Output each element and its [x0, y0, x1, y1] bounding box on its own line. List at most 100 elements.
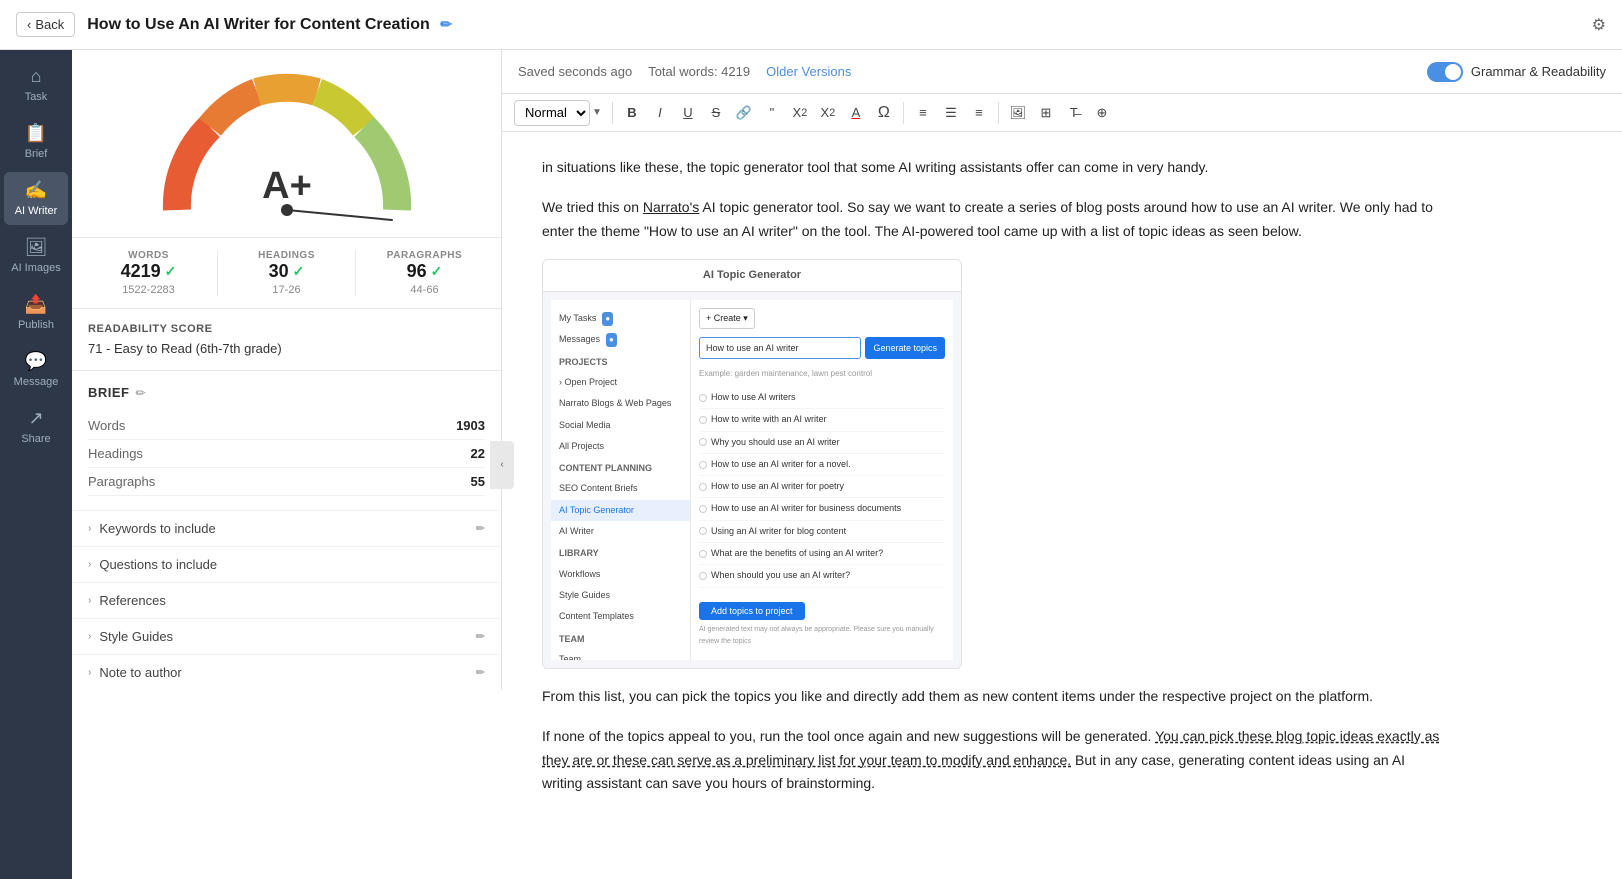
mock-style-guides: Style Guides — [551, 585, 690, 606]
nav-message[interactable]: 💬 Message — [4, 343, 68, 396]
mock-library-title: LIBRARY — [551, 542, 690, 563]
collapsible-questions[interactable]: › Questions to include — [72, 546, 501, 582]
mock-all-projects: All Projects — [551, 436, 690, 457]
text-color-button[interactable]: A — [843, 100, 869, 126]
toolbar-separator-1 — [612, 102, 613, 124]
mock-topic-0: How to use AI writers — [699, 387, 945, 409]
format-style-select[interactable]: Normal — [514, 100, 590, 126]
collapsible-style-guides[interactable]: › Style Guides ✏ — [72, 618, 501, 654]
nav-ai-images-label: AI Images — [11, 262, 61, 274]
mock-topic-4: How to use an AI writer for poetry — [699, 476, 945, 498]
nav-ai-images[interactable]: 🖼 AI Images — [4, 229, 68, 282]
italic-button[interactable]: I — [647, 100, 673, 126]
readability-score: 71 - Easy to Read (6th-7th grade) — [88, 341, 485, 356]
mock-generate-button[interactable]: Generate topics — [865, 337, 945, 359]
nav-ai-writer[interactable]: ✍ AI Writer — [4, 172, 68, 225]
image-button[interactable]: 🖼 — [1005, 100, 1031, 126]
keywords-label: Keywords to include — [99, 521, 467, 536]
style-guides-edit-icon[interactable]: ✏ — [476, 630, 485, 643]
older-versions-link[interactable]: Older Versions — [766, 64, 851, 79]
format-toolbar: Normal ▼ B I U S 🔗 " X2 X2 A Ω ≡ ☰ ≡ 🖼 ⊞… — [502, 94, 1622, 132]
mock-team: Team — [551, 649, 690, 660]
nav-publish-label: Publish — [18, 319, 54, 331]
back-chevron: ‹ — [27, 17, 31, 32]
brief-edit-icon[interactable]: ✏ — [136, 386, 146, 400]
nav-ai-writer-label: AI Writer — [15, 205, 58, 217]
subscript-button[interactable]: X2 — [787, 100, 813, 126]
grammar-toggle[interactable] — [1427, 62, 1463, 82]
brief-headings-label: Headings — [88, 446, 143, 461]
title-edit-icon[interactable]: ✏ — [440, 16, 452, 32]
mock-app: My Tasks ● Messages ● PROJECTS › Open Pr… — [551, 300, 953, 660]
quote-button[interactable]: " — [759, 100, 785, 126]
underline-button[interactable]: U — [675, 100, 701, 126]
note-label: Note to author — [99, 665, 467, 680]
sidebar-collapse-button[interactable]: ‹ — [490, 441, 514, 489]
collapsible-references[interactable]: › References — [72, 582, 501, 618]
mock-social: Social Media — [551, 415, 690, 436]
keywords-edit-icon[interactable]: ✏ — [476, 522, 485, 535]
message-icon: 💬 — [25, 351, 47, 372]
brief-paragraphs-value: 55 — [471, 474, 485, 489]
screenshot-container: AI Topic Generator My Tasks ● Messages — [542, 259, 962, 669]
share-icon: ↗ — [28, 408, 43, 429]
mock-topic-8: When should you use an AI writer? — [699, 565, 945, 587]
editor-topbar: Saved seconds ago Total words: 4219 Olde… — [502, 50, 1622, 94]
stat-paragraphs-value: 96 ✓ — [364, 261, 485, 282]
stat-divider-2 — [355, 250, 356, 296]
strikethrough-button[interactable]: S — [703, 100, 729, 126]
ai-writer-icon: ✍ — [25, 180, 47, 201]
style-guides-chevron: › — [88, 631, 91, 642]
mock-open-project: › Open Project — [551, 372, 690, 393]
mock-top-row: + Create ▾ — [699, 308, 945, 329]
mock-add-topics-button[interactable]: Add topics to project — [699, 602, 805, 620]
mock-search-field[interactable] — [699, 337, 861, 359]
stats-row: WORDS 4219 ✓ 1522-2283 HEADINGS 30 ✓ 17-… — [72, 238, 501, 309]
bold-button[interactable]: B — [619, 100, 645, 126]
top-bar: ‹ Back How to Use An AI Writer for Conte… — [0, 0, 1622, 50]
mock-topic-6: Using an AI writer for blog content — [699, 521, 945, 543]
editor-content[interactable]: in situations like these, the topic gene… — [502, 132, 1622, 879]
mock-ai-topic: AI Topic Generator — [551, 500, 690, 521]
mock-projects-title: PROJECTS — [551, 351, 690, 372]
mock-create-button: + Create ▾ — [699, 308, 755, 329]
nav-publish[interactable]: 📤 Publish — [4, 286, 68, 339]
keywords-chevron: › — [88, 523, 91, 534]
table-button[interactable]: ⊞ — [1033, 100, 1059, 126]
special-chars-button[interactable]: Ω — [871, 100, 897, 126]
stat-words-range: 1522-2283 — [88, 284, 209, 296]
nav-share[interactable]: ↗ Share — [4, 400, 68, 453]
unordered-list-button[interactable]: ☰ — [938, 100, 964, 126]
superscript-button[interactable]: X2 — [815, 100, 841, 126]
toolbar-separator-3 — [998, 102, 999, 124]
mock-topic-7: What are the benefits of using an AI wri… — [699, 543, 945, 565]
more-options-button[interactable]: ⊕ — [1089, 100, 1115, 126]
nav-brief[interactable]: 📋 Brief — [4, 115, 68, 168]
ordered-list-button[interactable]: ≡ — [910, 100, 936, 126]
stat-words: WORDS 4219 ✓ 1522-2283 — [88, 250, 209, 296]
screenshot-title: AI Topic Generator — [543, 260, 961, 292]
collapsible-note[interactable]: › Note to author ✏ — [72, 654, 501, 690]
align-button[interactable]: ≡ — [966, 100, 992, 126]
main-layout: ⌂ Task 📋 Brief ✍ AI Writer 🖼 AI Images 📤… — [0, 50, 1622, 879]
collapsible-keywords[interactable]: › Keywords to include ✏ — [72, 510, 501, 546]
questions-chevron: › — [88, 559, 91, 570]
gear-icon[interactable]: ⚙ — [1592, 15, 1606, 35]
mock-topic-5: How to use an AI writer for business doc… — [699, 498, 945, 520]
brief-row-headings: Headings 22 — [88, 440, 485, 468]
style-guides-label: Style Guides — [99, 629, 467, 644]
mock-workflows: Workflows — [551, 564, 690, 585]
brief-paragraphs-label: Paragraphs — [88, 474, 155, 489]
clear-format-button[interactable]: T̶ — [1061, 100, 1087, 126]
mock-input-row: Generate topics — [699, 337, 945, 359]
mock-topic-1: How to write with an AI writer — [699, 409, 945, 431]
svg-text:A+: A+ — [262, 165, 312, 207]
mock-disclaimer: AI generated text may not always be appr… — [699, 624, 945, 648]
back-button[interactable]: ‹ Back — [16, 12, 75, 37]
nav-task[interactable]: ⌂ Task — [4, 58, 68, 111]
note-edit-icon[interactable]: ✏ — [476, 666, 485, 679]
questions-label: Questions to include — [99, 557, 485, 572]
narrato-link[interactable]: Narrato's — [643, 199, 699, 215]
link-button[interactable]: 🔗 — [731, 100, 757, 126]
gauge-chart: A+ — [147, 70, 427, 225]
